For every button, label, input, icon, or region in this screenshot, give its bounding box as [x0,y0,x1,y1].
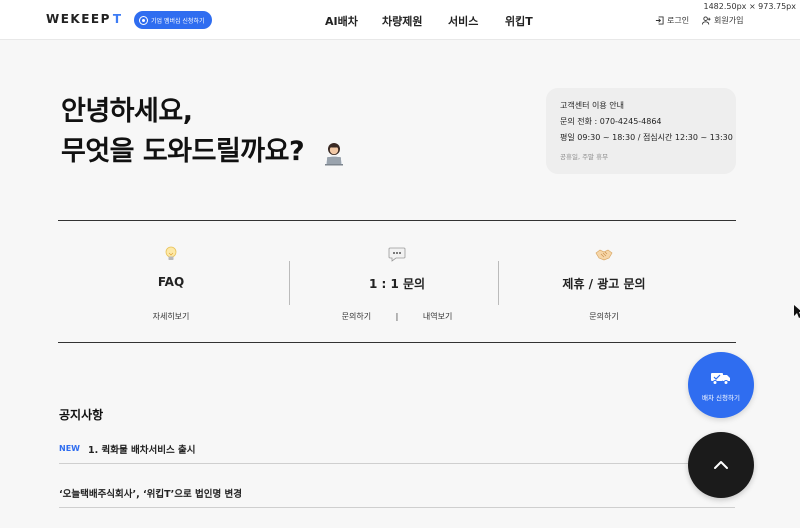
greeting-line-1: 안녕하세요, [61,96,193,127]
speech-bubble-icon [388,247,406,262]
notice-item[interactable]: NEW 1. 퀵화물 배차서비스 출시 [59,434,735,464]
logo-mark: T [112,12,123,26]
nav-vehicle-specs[interactable]: 차량제원 [382,13,422,29]
customer-center-phone: 문의 전화 : 070-4245-4864 [560,117,662,126]
faq-detail-link[interactable]: 자세히보기 [153,312,190,321]
signup-label: 회원가입 [714,16,744,25]
login-icon [655,16,664,25]
login-link[interactable]: 로그인 [655,15,689,26]
login-label: 로그인 [667,16,690,25]
greeting-line-2-wrap: 무엇을 도와드릴까요? [61,132,347,172]
truck-icon [711,373,730,385]
top-header: WEKEEP T 기업 멤버십 신청하기 AI배차 차량제원 서비스 위킵T 로… [0,0,800,40]
notice-item-title: ‘오늘택배주식회사’, ‘위킵T’으로 법인명 변경 [59,488,243,500]
membership-icon [139,15,148,25]
nav-ai-dispatch[interactable]: AI배차 [325,13,358,29]
scroll-to-top-button[interactable] [688,432,754,498]
lightbulb-icon [165,246,177,260]
service-faq-title: FAQ [157,275,185,289]
user-plus-icon [702,16,711,25]
membership-apply-button[interactable]: 기업 멤버십 신청하기 [134,11,212,29]
service-partnership-title: 제휴 / 광고 문의 [562,277,646,291]
dispatch-request-button[interactable]: 배차 신청하기 [688,352,754,418]
notice-item-title: 1. 퀵화물 배차서비스 출시 [87,444,196,456]
service-partnership-links: 문의하기 [491,311,717,322]
service-one-on-one: 1 : 1 문의 문의하기 | 내역보기 [284,221,510,342]
link-separator: | [395,312,399,321]
service-one-on-one-title: 1 : 1 문의 [368,277,426,291]
new-badge: NEW [59,444,80,453]
customer-center-hours: 평일 09:30 ~ 18:30 / 점심시간 12:30 ~ 13:30 [560,133,733,142]
service-faq: FAQ 자세히보기 [58,221,284,342]
greeting-heading: 안녕하세요, 무엇을 도와드릴까요? [61,92,347,172]
chevron-up-icon [714,461,728,469]
notice-section-title: 공지사항 [59,408,104,422]
customer-center-title: 고객센터 이용 안내 [560,101,624,110]
notice-item[interactable]: ‘오늘택배주식회사’, ‘위킵T’으로 법인명 변경 [59,478,735,508]
woman-at-laptop-icon [325,142,344,165]
greeting-line-2: 무엇을 도와드릴까요? [61,136,305,167]
handshake-icon [595,249,613,261]
customer-center-card: 고객센터 이용 안내 문의 전화 : 070-4245-4864 평일 09:3… [546,88,736,174]
inquiry-history-link[interactable]: 내역보기 [423,312,452,321]
service-one-on-one-links: 문의하기 | 내역보기 [284,311,510,322]
service-faq-links: 자세히보기 [58,311,284,322]
signup-link[interactable]: 회원가입 [702,15,743,26]
partnership-inquiry-link[interactable]: 문의하기 [589,312,618,321]
dispatch-request-label: 배차 신청하기 [702,394,740,402]
inquiry-link[interactable]: 문의하기 [342,312,371,321]
nav-services[interactable]: 서비스 [448,13,478,29]
customer-center-closed: 공휴일, 주말 휴무 [560,153,609,161]
logo-text: WEKEEP [46,12,111,26]
logo[interactable]: WEKEEP T [46,12,123,26]
dimension-readout: 1482.50px × 973.75px [703,2,796,11]
nav-wekeep-t[interactable]: 위킵T [505,13,533,29]
membership-apply-label: 기업 멤버십 신청하기 [151,17,205,25]
mouse-cursor-icon [794,305,800,318]
service-partnership: 제휴 / 광고 문의 문의하기 [491,221,717,342]
service-panel: FAQ 자세히보기 1 : 1 문의 문의하기 | 내역보기 제휴 / 광고 문… [58,220,736,343]
